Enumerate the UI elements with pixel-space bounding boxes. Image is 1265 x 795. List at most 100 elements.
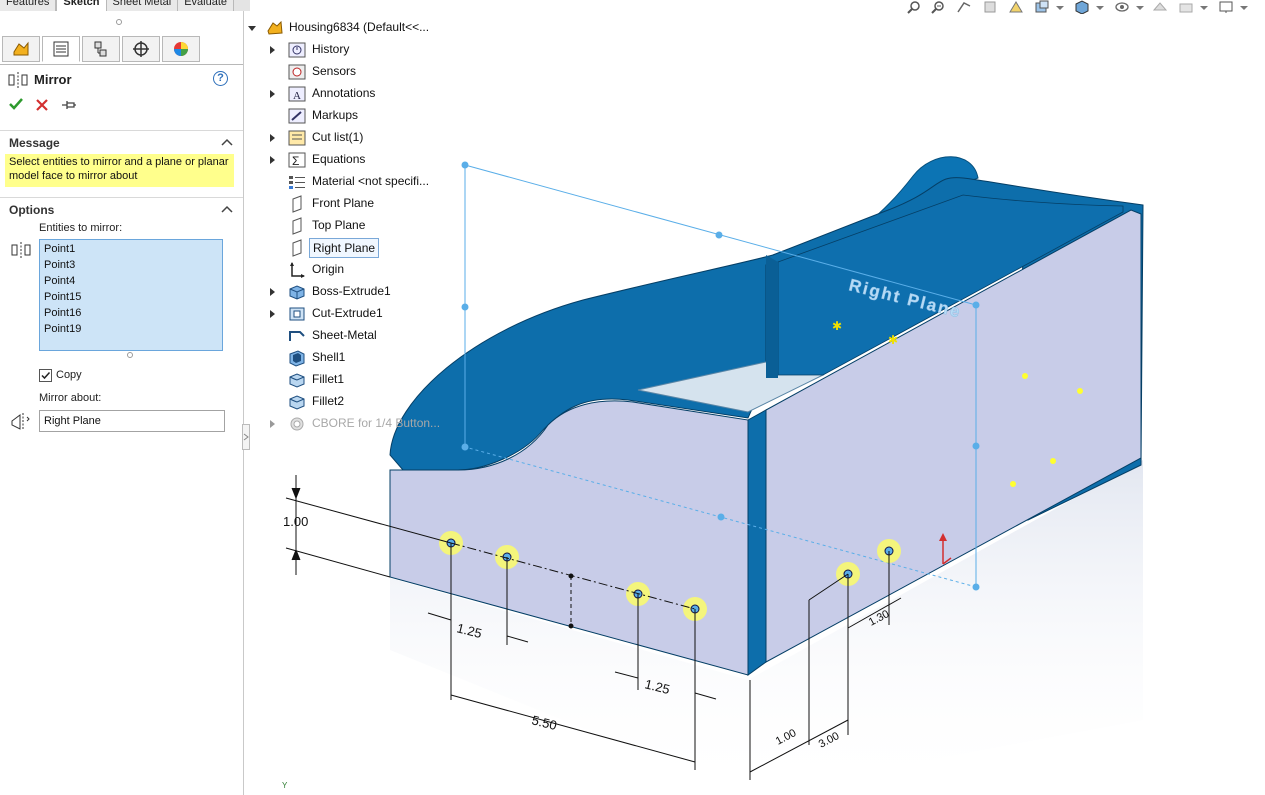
- section-divider: [0, 197, 243, 198]
- sheet-metal-icon: [289, 331, 305, 341]
- expand-arrow-icon[interactable]: [270, 90, 275, 98]
- tree-item-label: Shell1: [312, 350, 346, 364]
- tree-item-markups[interactable]: Markups: [250, 105, 450, 127]
- list-item[interactable]: Point19: [44, 321, 218, 337]
- tree-item-equations[interactable]: Σ Equations: [250, 149, 450, 171]
- tree-item-sensors[interactable]: Sensors: [250, 61, 450, 83]
- heads-up-view-toolbar: [900, 0, 1265, 16]
- tree-item-material[interactable]: Material <not specifi...: [250, 171, 450, 193]
- dimxpert-manager-tab[interactable]: [122, 36, 160, 62]
- view-orientation-icon[interactable]: [1034, 0, 1050, 14]
- markups-icon: [288, 108, 306, 124]
- equations-icon: Σ: [288, 152, 306, 168]
- tree-item-fillet2[interactable]: Fillet2: [250, 391, 450, 413]
- mirror-about-label: Mirror about:: [39, 392, 102, 404]
- configuration-manager-icon: [94, 41, 107, 57]
- tab-divider: [0, 64, 243, 65]
- inner-corner: [766, 255, 778, 378]
- collapse-arrow-icon[interactable]: [248, 26, 256, 31]
- dropdown-arrow-icon[interactable]: [1052, 0, 1068, 14]
- tree-item-boss-extrude1[interactable]: Boss-Extrude1: [250, 281, 450, 303]
- tree-item-label: CBORE for 1/4 Button...: [312, 416, 441, 430]
- plane-icon: [292, 239, 302, 257]
- tree-item-label: Equations: [312, 152, 366, 166]
- list-item[interactable]: Point3: [44, 257, 218, 273]
- list-item[interactable]: Point1: [44, 241, 218, 257]
- list-item[interactable]: Point15: [44, 289, 218, 305]
- tree-item-right-plane[interactable]: Right Plane: [250, 237, 450, 259]
- pushpin-icon[interactable]: [61, 99, 77, 111]
- expand-arrow-icon[interactable]: [270, 134, 275, 142]
- collapse-chevron-icon[interactable]: [221, 138, 233, 146]
- dynamic-annotation-icon[interactable]: [1008, 0, 1024, 14]
- previous-view-icon[interactable]: [956, 0, 972, 14]
- display-manager-icon: [174, 42, 188, 56]
- zoom-to-fit-icon[interactable]: [906, 0, 922, 14]
- copy-checkbox[interactable]: [39, 369, 52, 382]
- tree-item-front-plane[interactable]: Front Plane: [250, 193, 450, 215]
- expand-arrow-icon[interactable]: [270, 288, 275, 296]
- panel-resize-grip[interactable]: [116, 19, 122, 25]
- tree-item-label: Sheet-Metal: [312, 328, 377, 342]
- tab-evaluate[interactable]: Evaluate: [178, 0, 235, 11]
- tree-item-top-plane[interactable]: Top Plane: [250, 215, 450, 237]
- options-section-header[interactable]: Options: [0, 197, 243, 219]
- tree-item-cbore[interactable]: CBORE for 1/4 Button...: [250, 413, 450, 435]
- tree-item-sheet-metal[interactable]: Sheet-Metal: [250, 325, 450, 347]
- feature-manager-icon: [13, 41, 29, 56]
- expand-arrow-icon[interactable]: [270, 46, 275, 54]
- tree-item-cut-list[interactable]: Cut list(1): [250, 127, 450, 149]
- tree-item-origin[interactable]: Origin: [250, 259, 450, 281]
- tree-item-label: Annotations: [312, 86, 376, 100]
- part-icon: [267, 20, 283, 35]
- dropdown-arrow-icon[interactable]: [1236, 0, 1252, 14]
- view-settings-icon[interactable]: [1218, 0, 1234, 14]
- list-item[interactable]: Point16: [44, 305, 218, 321]
- collapse-chevron-icon[interactable]: [221, 205, 233, 213]
- mirror-about-field[interactable]: Right Plane: [39, 410, 225, 432]
- section-label: Message: [9, 136, 60, 150]
- section-view-icon[interactable]: [982, 0, 998, 14]
- message-text: Select entities to mirror and a plane or…: [5, 154, 234, 187]
- cancel-icon[interactable]: [35, 98, 49, 112]
- list-resize-grip[interactable]: [127, 352, 133, 358]
- expand-arrow-icon[interactable]: [270, 310, 275, 318]
- tree-item-fillet1[interactable]: Fillet1: [250, 369, 450, 391]
- section-divider: [0, 130, 243, 131]
- feature-manager-tab[interactable]: [2, 36, 40, 62]
- property-manager-tab[interactable]: [42, 36, 80, 62]
- dropdown-arrow-icon[interactable]: [1196, 0, 1212, 14]
- tree-item-label: Fillet1: [312, 372, 345, 386]
- hide-show-items-icon[interactable]: [1114, 0, 1130, 14]
- expand-arrow-icon[interactable]: [270, 156, 275, 164]
- tab-features[interactable]: Features: [0, 0, 57, 11]
- boss-extrude-icon: [289, 285, 305, 300]
- tree-root[interactable]: Housing6834 (Default<<...: [248, 17, 450, 39]
- history-icon: [288, 42, 306, 58]
- edit-appearance-icon[interactable]: [1152, 0, 1168, 14]
- zoom-to-area-icon[interactable]: [930, 0, 946, 14]
- tree-item-annotations[interactable]: A Annotations: [250, 83, 450, 105]
- message-section-header[interactable]: Message: [0, 130, 243, 152]
- ok-icon[interactable]: [8, 97, 24, 111]
- tab-sketch[interactable]: Sketch: [56, 0, 107, 11]
- dropdown-arrow-icon[interactable]: [1132, 0, 1148, 14]
- triad-label: Y: [282, 781, 288, 790]
- list-item[interactable]: Point4: [44, 273, 218, 289]
- display-style-icon[interactable]: [1074, 0, 1090, 14]
- tree-item-cut-extrude1[interactable]: Cut-Extrude1: [250, 303, 450, 325]
- cut-list-icon: [288, 130, 306, 146]
- apply-scene-icon[interactable]: [1178, 0, 1194, 14]
- tree-item-label: Top Plane: [312, 218, 366, 232]
- tree-item-history[interactable]: History: [250, 39, 450, 61]
- expand-arrow-icon[interactable]: [270, 420, 275, 428]
- help-icon[interactable]: ?: [213, 71, 228, 86]
- tree-item-shell1[interactable]: Shell1: [250, 347, 450, 369]
- entities-list[interactable]: Point1 Point3 Point4 Point15 Point16 Poi…: [39, 239, 223, 351]
- dropdown-arrow-icon[interactable]: [1092, 0, 1108, 14]
- tab-sheet-metal[interactable]: Sheet Metal: [106, 0, 179, 11]
- hole-wizard-icon: [290, 417, 304, 431]
- mirror-icon: [8, 72, 28, 88]
- configuration-manager-tab[interactable]: [82, 36, 120, 62]
- display-manager-tab[interactable]: [162, 36, 200, 62]
